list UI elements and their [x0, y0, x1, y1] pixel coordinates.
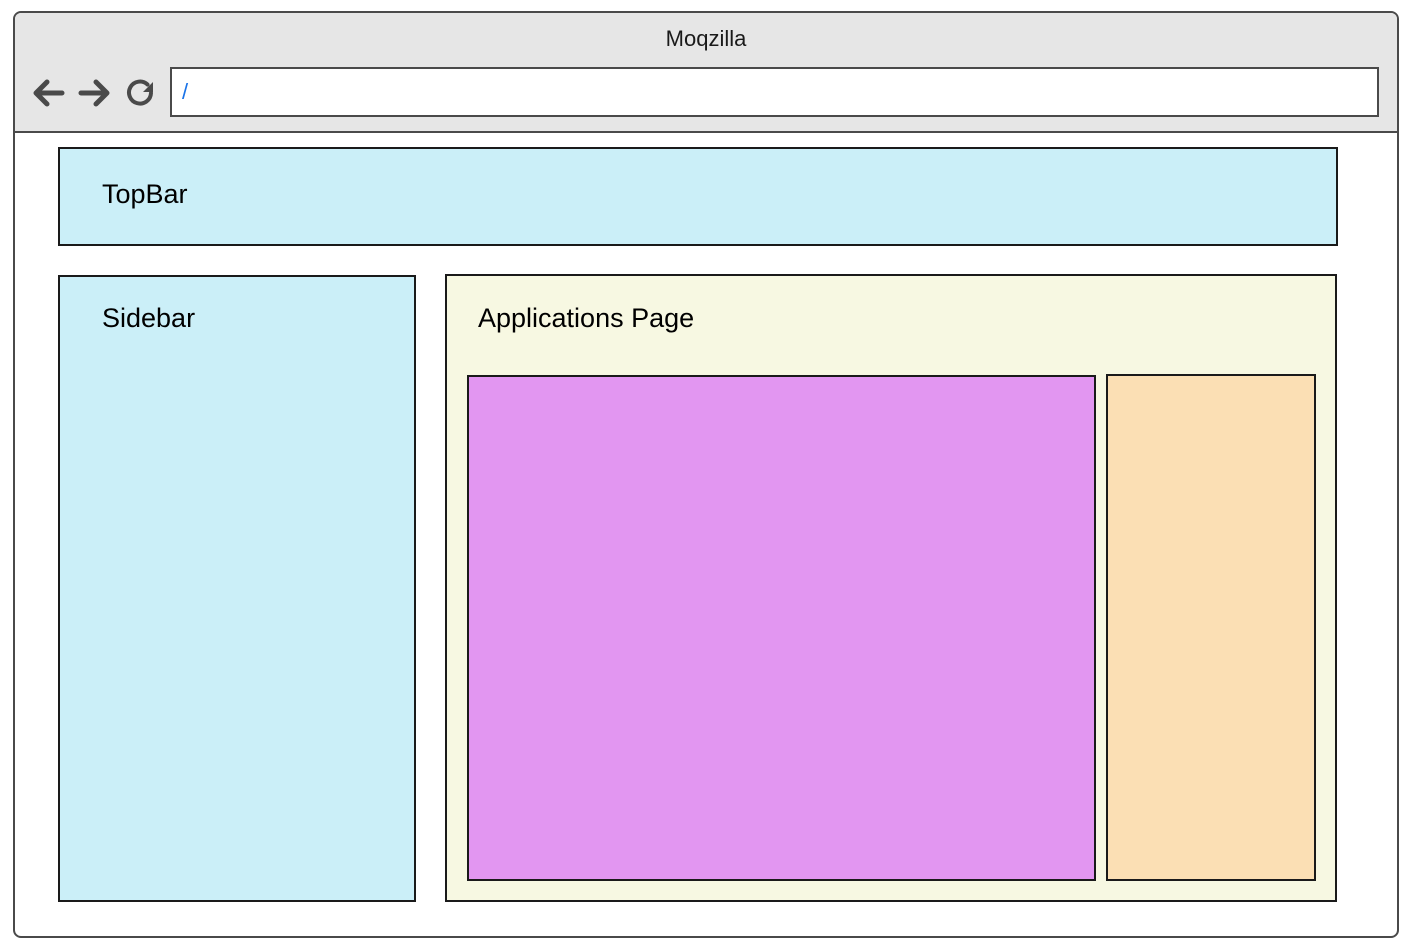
- url-text: /: [182, 79, 189, 104]
- url-input[interactable]: /: [170, 67, 1379, 117]
- sidebar-region: Sidebar: [58, 275, 416, 902]
- main-panel-region: [467, 375, 1096, 881]
- browser-chrome: Moqzilla /: [15, 13, 1397, 133]
- window-title: Moqzilla: [665, 26, 747, 51]
- topbar-label: TopBar: [102, 179, 188, 209]
- back-button[interactable]: [28, 73, 68, 113]
- reload-icon: [121, 73, 161, 113]
- side-panel-region: [1106, 374, 1316, 881]
- arrow-left-icon: [28, 73, 68, 113]
- topbar-region: TopBar: [58, 147, 1338, 246]
- forward-button[interactable]: [75, 73, 115, 113]
- arrow-right-icon: [75, 73, 115, 113]
- sidebar-label: Sidebar: [102, 303, 196, 333]
- applications-page-label: Applications Page: [478, 303, 695, 333]
- reload-button[interactable]: [121, 73, 161, 113]
